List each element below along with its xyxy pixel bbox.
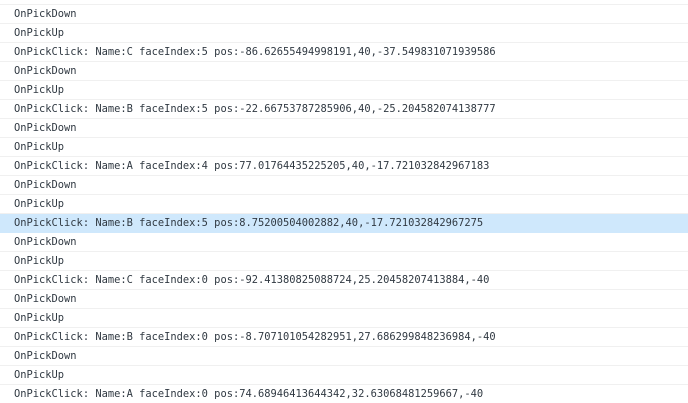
- log-line[interactable]: OnPickUp: [0, 81, 688, 100]
- log-line[interactable]: OnPickClick: Name:A faceIndex:4 pos:77.0…: [0, 157, 688, 176]
- log-line[interactable]: OnPickDown: [0, 62, 688, 81]
- log-line[interactable]: OnPickDown: [0, 5, 688, 24]
- log-line[interactable]: OnPickClick: Name:C faceIndex:5 pos:-86.…: [0, 43, 688, 62]
- log-line[interactable]: OnPickDown: [0, 233, 688, 252]
- log-line[interactable]: OnPickUp: [0, 366, 688, 385]
- log-line[interactable]: OnPickDown: [0, 290, 688, 309]
- log-line[interactable]: OnPickUp: [0, 252, 688, 271]
- log-line[interactable]: OnPickClick: Name:B faceIndex:5 pos:-22.…: [0, 100, 688, 119]
- console-log: OnPickDown OnPickUp OnPickClick: Name:C …: [0, 0, 688, 403]
- log-line-selected[interactable]: OnPickClick: Name:B faceIndex:5 pos:8.75…: [0, 214, 688, 233]
- log-line[interactable]: OnPickClick: Name:A faceIndex:0 pos:74.6…: [0, 385, 688, 403]
- log-line[interactable]: OnPickUp: [0, 195, 688, 214]
- log-line[interactable]: OnPickDown: [0, 347, 688, 366]
- log-line[interactable]: OnPickDown: [0, 176, 688, 195]
- log-line[interactable]: OnPickClick: Name:B faceIndex:0 pos:-8.7…: [0, 328, 688, 347]
- log-line[interactable]: OnPickUp: [0, 138, 688, 157]
- log-line[interactable]: OnPickDown: [0, 119, 688, 138]
- log-line[interactable]: OnPickUp: [0, 24, 688, 43]
- log-line[interactable]: OnPickClick: Name:C faceIndex:0 pos:-92.…: [0, 271, 688, 290]
- log-line[interactable]: OnPickUp: [0, 309, 688, 328]
